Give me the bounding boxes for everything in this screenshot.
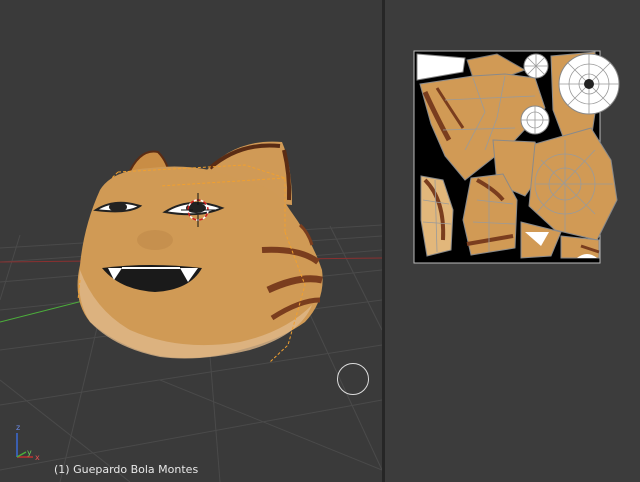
axis-gizmo: z y x	[16, 423, 40, 462]
navigation-gizmo-icon[interactable]	[337, 363, 369, 395]
uv-texture-view	[413, 50, 620, 264]
cheetah-head-mesh[interactable]	[77, 141, 323, 359]
active-object-label: (1) Guepardo Bola Montes	[54, 463, 199, 476]
z-axis-label: z	[16, 423, 20, 432]
x-axis-label: x	[35, 453, 40, 462]
viewport-scene: z y x	[0, 141, 382, 482]
uv-image-editor[interactable]	[385, 0, 640, 482]
3d-viewport[interactable]: z y x (1) Guepardo Bola Montes	[0, 0, 382, 482]
y-axis-label: y	[27, 448, 32, 457]
